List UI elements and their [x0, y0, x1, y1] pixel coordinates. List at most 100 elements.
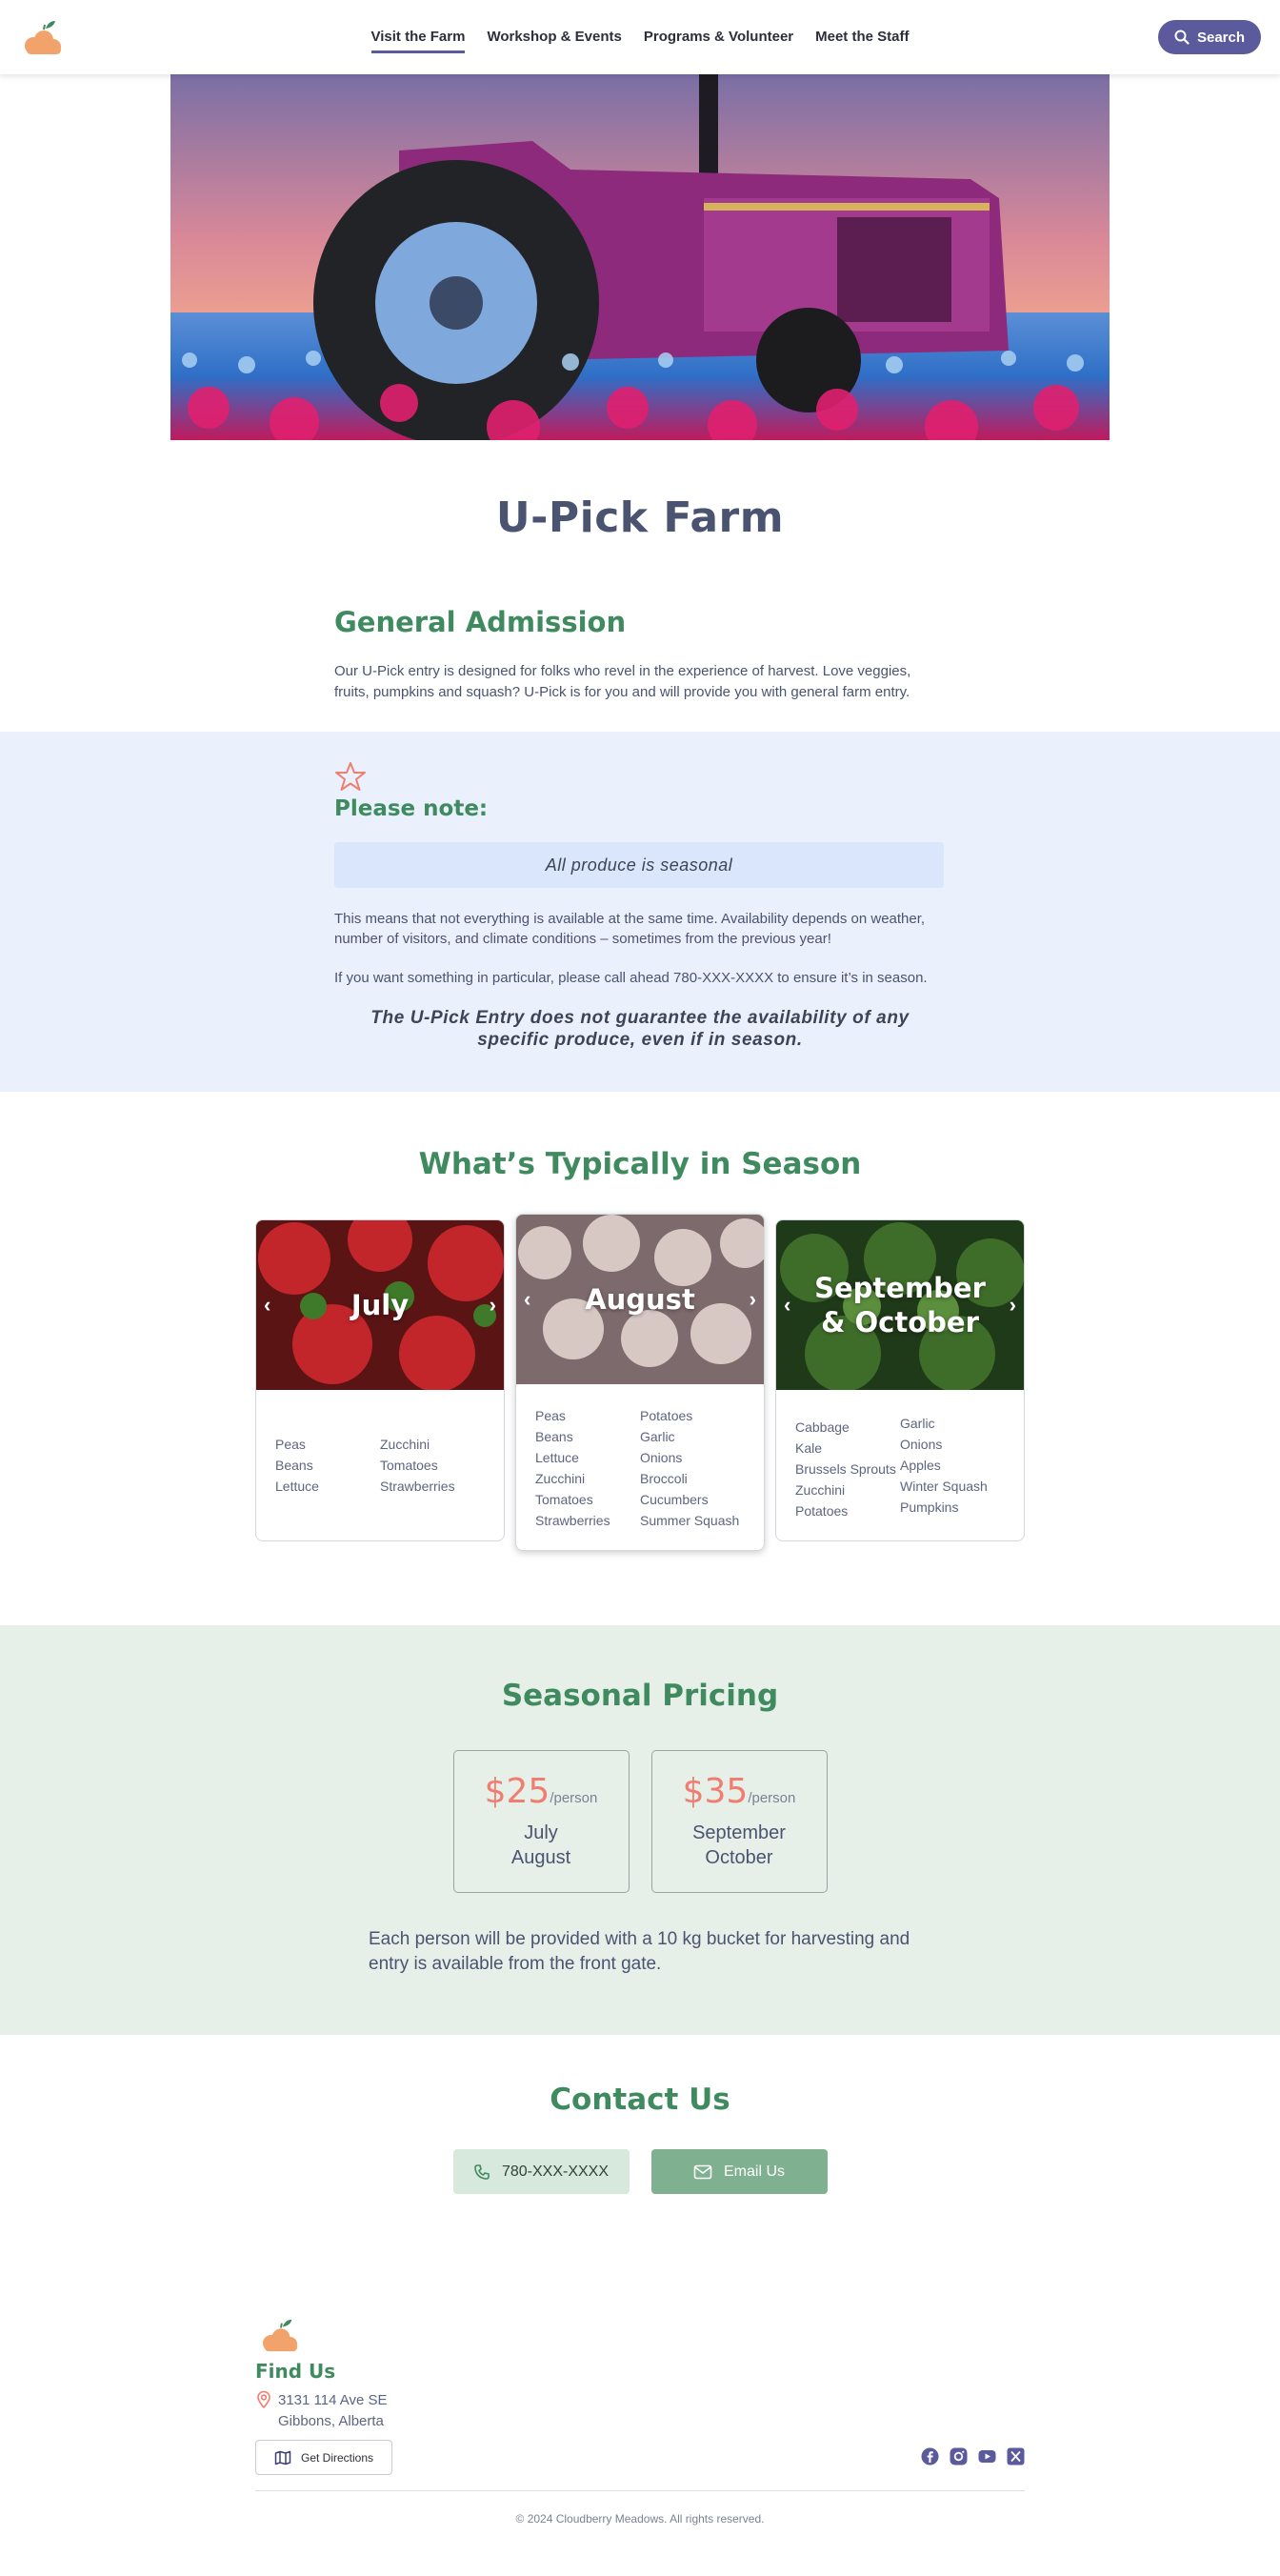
list-item: Potatoes [795, 1503, 849, 1519]
phone-button[interactable]: 780-XXX-XXXX [452, 2149, 630, 2194]
strawberries-image: ‹ July › [256, 1220, 504, 1390]
season-card-july: ‹ July › Peas Beans Lettuce Zucchini Tom… [255, 1219, 505, 1541]
availability-text: This means that not everything is availa… [334, 911, 926, 947]
list-item: Apples [900, 1458, 941, 1473]
kale-image: ‹ September & October › [776, 1220, 1024, 1390]
list-item: Winter Squash [900, 1479, 988, 1494]
star-icon [335, 762, 366, 791]
price-cards: $25/person July August $35/person Septem… [0, 1750, 1280, 1893]
list-item: Pumpkins [900, 1499, 959, 1515]
price-per: /person [550, 1790, 598, 1806]
season-title: What’s Typically in Season [418, 1147, 862, 1181]
general-admission-section: General Admission Our U-Pick entry is de… [334, 606, 946, 703]
list-item: Garlic [900, 1416, 935, 1431]
please-note-band: Please note: All produce is seasonal Thi… [0, 732, 1280, 1092]
get-directions-button[interactable]: Get Directions [255, 2440, 392, 2475]
nav-visit-the-farm[interactable]: Visit the Farm [370, 21, 466, 53]
nav-meet-the-staff[interactable]: Meet the Staff [815, 21, 909, 53]
map-pin-icon [257, 2390, 270, 2409]
phone-label: 780-XXX-XXXX [501, 2163, 610, 2180]
seasonal-highlight-box: All produce is seasonal [334, 842, 944, 888]
list-item: Beans [535, 1429, 573, 1444]
list-item: Kale [795, 1440, 823, 1456]
find-us-title: Find Us [255, 2360, 336, 2383]
main-nav: Visit the Farm Workshop & Events Program… [0, 0, 1280, 74]
list-item: Cabbage [795, 1419, 850, 1435]
instagram-icon[interactable] [950, 2447, 968, 2465]
list-item: Beans [275, 1458, 313, 1473]
email-button[interactable]: Email Us [650, 2149, 828, 2194]
pricing-note: Each person will be provided with a 10 k… [369, 1929, 910, 1974]
please-note-title: Please note: [334, 796, 489, 821]
chevron-right-icon[interactable]: › [750, 1287, 756, 1312]
price-card-september-october: $35/person September October [650, 1750, 828, 1893]
cloudberry-logo-icon[interactable] [255, 2318, 305, 2354]
produce-list: Peas Beans Lettuce Zucchini Tomatoes Str… [516, 1405, 764, 1531]
list-item: Lettuce [275, 1479, 319, 1494]
list-item: Cucumbers [640, 1492, 709, 1507]
x-icon[interactable] [1007, 2447, 1025, 2465]
address: 3131 114 Ave SE Gibbons, Alberta [255, 2390, 1025, 2432]
copyright: © 2024 Cloudberry Meadows. All rights re… [515, 2512, 765, 2526]
availability-disclaimer: The U-Pick Entry does not guarantee the … [370, 1008, 910, 1050]
list-item: Strawberries [380, 1479, 455, 1494]
list-item: Peas [535, 1408, 566, 1423]
season-card-label: July [350, 1289, 410, 1321]
season-card-august: ‹ August › Peas Beans Lettuce Zucchini T… [515, 1214, 765, 1551]
call-ahead-text: If you want something in particular, ple… [334, 970, 928, 986]
list-item: Potatoes [640, 1408, 693, 1423]
phone-icon [474, 2163, 490, 2180]
general-admission-text: Our U-Pick entry is designed for folks w… [334, 663, 911, 700]
site-header: Visit the Farm Workshop & Events Program… [0, 0, 1280, 74]
price-month: September [692, 1822, 786, 1843]
list-item: Tomatoes [535, 1492, 593, 1507]
price-per: /person [748, 1790, 796, 1806]
list-item: Broccoli [640, 1471, 688, 1486]
list-item: Onions [640, 1450, 683, 1465]
list-item: Zucchini [535, 1471, 586, 1486]
garlic-image: ‹ August › [516, 1215, 764, 1384]
page-title: U-Pick Farm [495, 493, 785, 542]
email-label: Email Us [723, 2163, 785, 2180]
price-amount: $25 [484, 1772, 550, 1811]
search-icon [1174, 30, 1190, 45]
season-card-september-october: ‹ September & October › Cabbage Kale Bru… [775, 1219, 1025, 1541]
social-links [921, 2447, 1025, 2465]
price-month: July [524, 1822, 558, 1843]
list-item: Summer Squash [640, 1513, 740, 1528]
list-item: Brussels Sprouts [795, 1461, 896, 1477]
address-line-2: Gibbons, Alberta [278, 2413, 384, 2429]
contact-buttons: 780-XXX-XXXX Email Us [0, 2149, 1280, 2194]
list-item: Zucchini [380, 1437, 430, 1452]
price-amount: $35 [682, 1772, 749, 1811]
general-admission-title: General Admission [334, 606, 627, 638]
list-item: Lettuce [535, 1450, 579, 1465]
chevron-right-icon[interactable]: › [490, 1293, 496, 1318]
produce-list: Peas Beans Lettuce Zucchini Tomatoes Str… [256, 1434, 504, 1497]
pricing-band: Seasonal Pricing $25/person July August … [0, 1625, 1280, 2035]
footer-divider [255, 2490, 1025, 2491]
price-month: October [705, 1847, 773, 1868]
price-month: August [510, 1847, 571, 1868]
facebook-icon[interactable] [921, 2447, 939, 2465]
list-item: Garlic [640, 1429, 675, 1444]
season-card-label: August [585, 1283, 695, 1316]
nav-programs-volunteer[interactable]: Programs & Volunteer [644, 21, 793, 53]
season-cards: ‹ July › Peas Beans Lettuce Zucchini Tom… [255, 1214, 1025, 1576]
chevron-right-icon[interactable]: › [1010, 1293, 1016, 1318]
list-item: Strawberries [535, 1513, 610, 1528]
youtube-icon[interactable] [978, 2447, 996, 2465]
map-icon [274, 2450, 291, 2465]
season-card-label: September & October [814, 1272, 986, 1338]
site-footer: Find Us 3131 114 Ave SE Gibbons, Alberta… [255, 2318, 1025, 2546]
list-item: Onions [900, 1437, 943, 1452]
nav-workshop-events[interactable]: Workshop & Events [487, 21, 621, 53]
list-item: Zucchini [795, 1482, 846, 1498]
search-label: Search [1196, 29, 1246, 46]
pricing-title: Seasonal Pricing [501, 1679, 779, 1713]
contact-title: Contact Us [550, 2083, 730, 2117]
get-directions-label: Get Directions [300, 2450, 374, 2465]
list-item: Peas [275, 1437, 306, 1452]
price-card-july-august: $25/person July August [452, 1750, 630, 1893]
search-button[interactable]: Search [1158, 20, 1261, 54]
